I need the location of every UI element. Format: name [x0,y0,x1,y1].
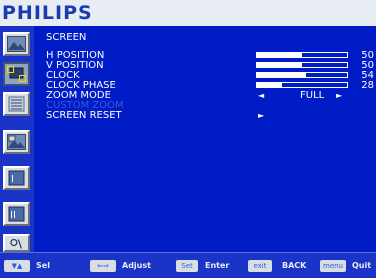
footer-label: Adjust [122,261,151,270]
menu-panel: SCREEN H POSITION 50 V POSITION 50 CLOCK… [34,26,376,252]
audio-icon [8,96,25,112]
sidebar-item-configuration-1[interactable]: I [3,166,30,190]
slider-fill [257,63,302,67]
slider-fill [257,73,306,77]
slider-fill [257,53,302,57]
clock-phase-slider[interactable] [256,82,348,88]
menu-item-screen-reset[interactable]: SCREEN RESET ► [46,110,376,121]
right-arrow-icon[interactable]: ► [258,110,264,121]
philips-logo: PHILIPS [2,2,93,24]
footer-label: Sel [36,261,50,270]
svg-text:II: II [10,210,16,221]
svg-text:I: I [11,174,14,185]
sidebar-item-configuration-2[interactable]: II [3,202,30,226]
sidebar-item-screen[interactable] [3,62,30,86]
configuration-2-icon: II [8,206,25,222]
advanced-option-icon [10,238,22,249]
menu-item-label: SCREEN RESET [46,110,122,121]
slider-fill [257,83,283,87]
v-position-slider[interactable] [256,62,348,68]
leftright-key-icon: ⇐⇒ [90,260,116,272]
updown-key-icon: ▼▲ [4,260,30,272]
set-key-icon: Set [176,260,198,272]
menu-key-icon: menu [320,260,346,272]
screen-icon [7,66,26,82]
footer-label: Enter [205,261,230,270]
sidebar-item-audio[interactable] [3,92,30,116]
h-position-slider[interactable] [256,52,348,58]
footer-hint-bar: ▼▲ Sel ⇐⇒ Adjust Set Enter exit BACK men… [0,252,376,278]
configuration-1-icon: I [8,170,25,186]
exit-key-icon: exit [248,260,272,272]
sidebar-item-pip[interactable] [3,130,30,154]
menu-title: SCREEN [46,32,87,43]
clock-slider[interactable] [256,72,348,78]
sidebar: I II [0,26,34,252]
footer-label: Quit [352,261,372,270]
header-bar: PHILIPS [0,0,376,26]
sidebar-item-picture[interactable] [3,32,30,56]
footer-label: BACK [282,261,307,270]
pip-icon [7,134,26,150]
picture-icon [7,36,26,52]
sidebar-item-advanced-option[interactable] [3,234,30,252]
